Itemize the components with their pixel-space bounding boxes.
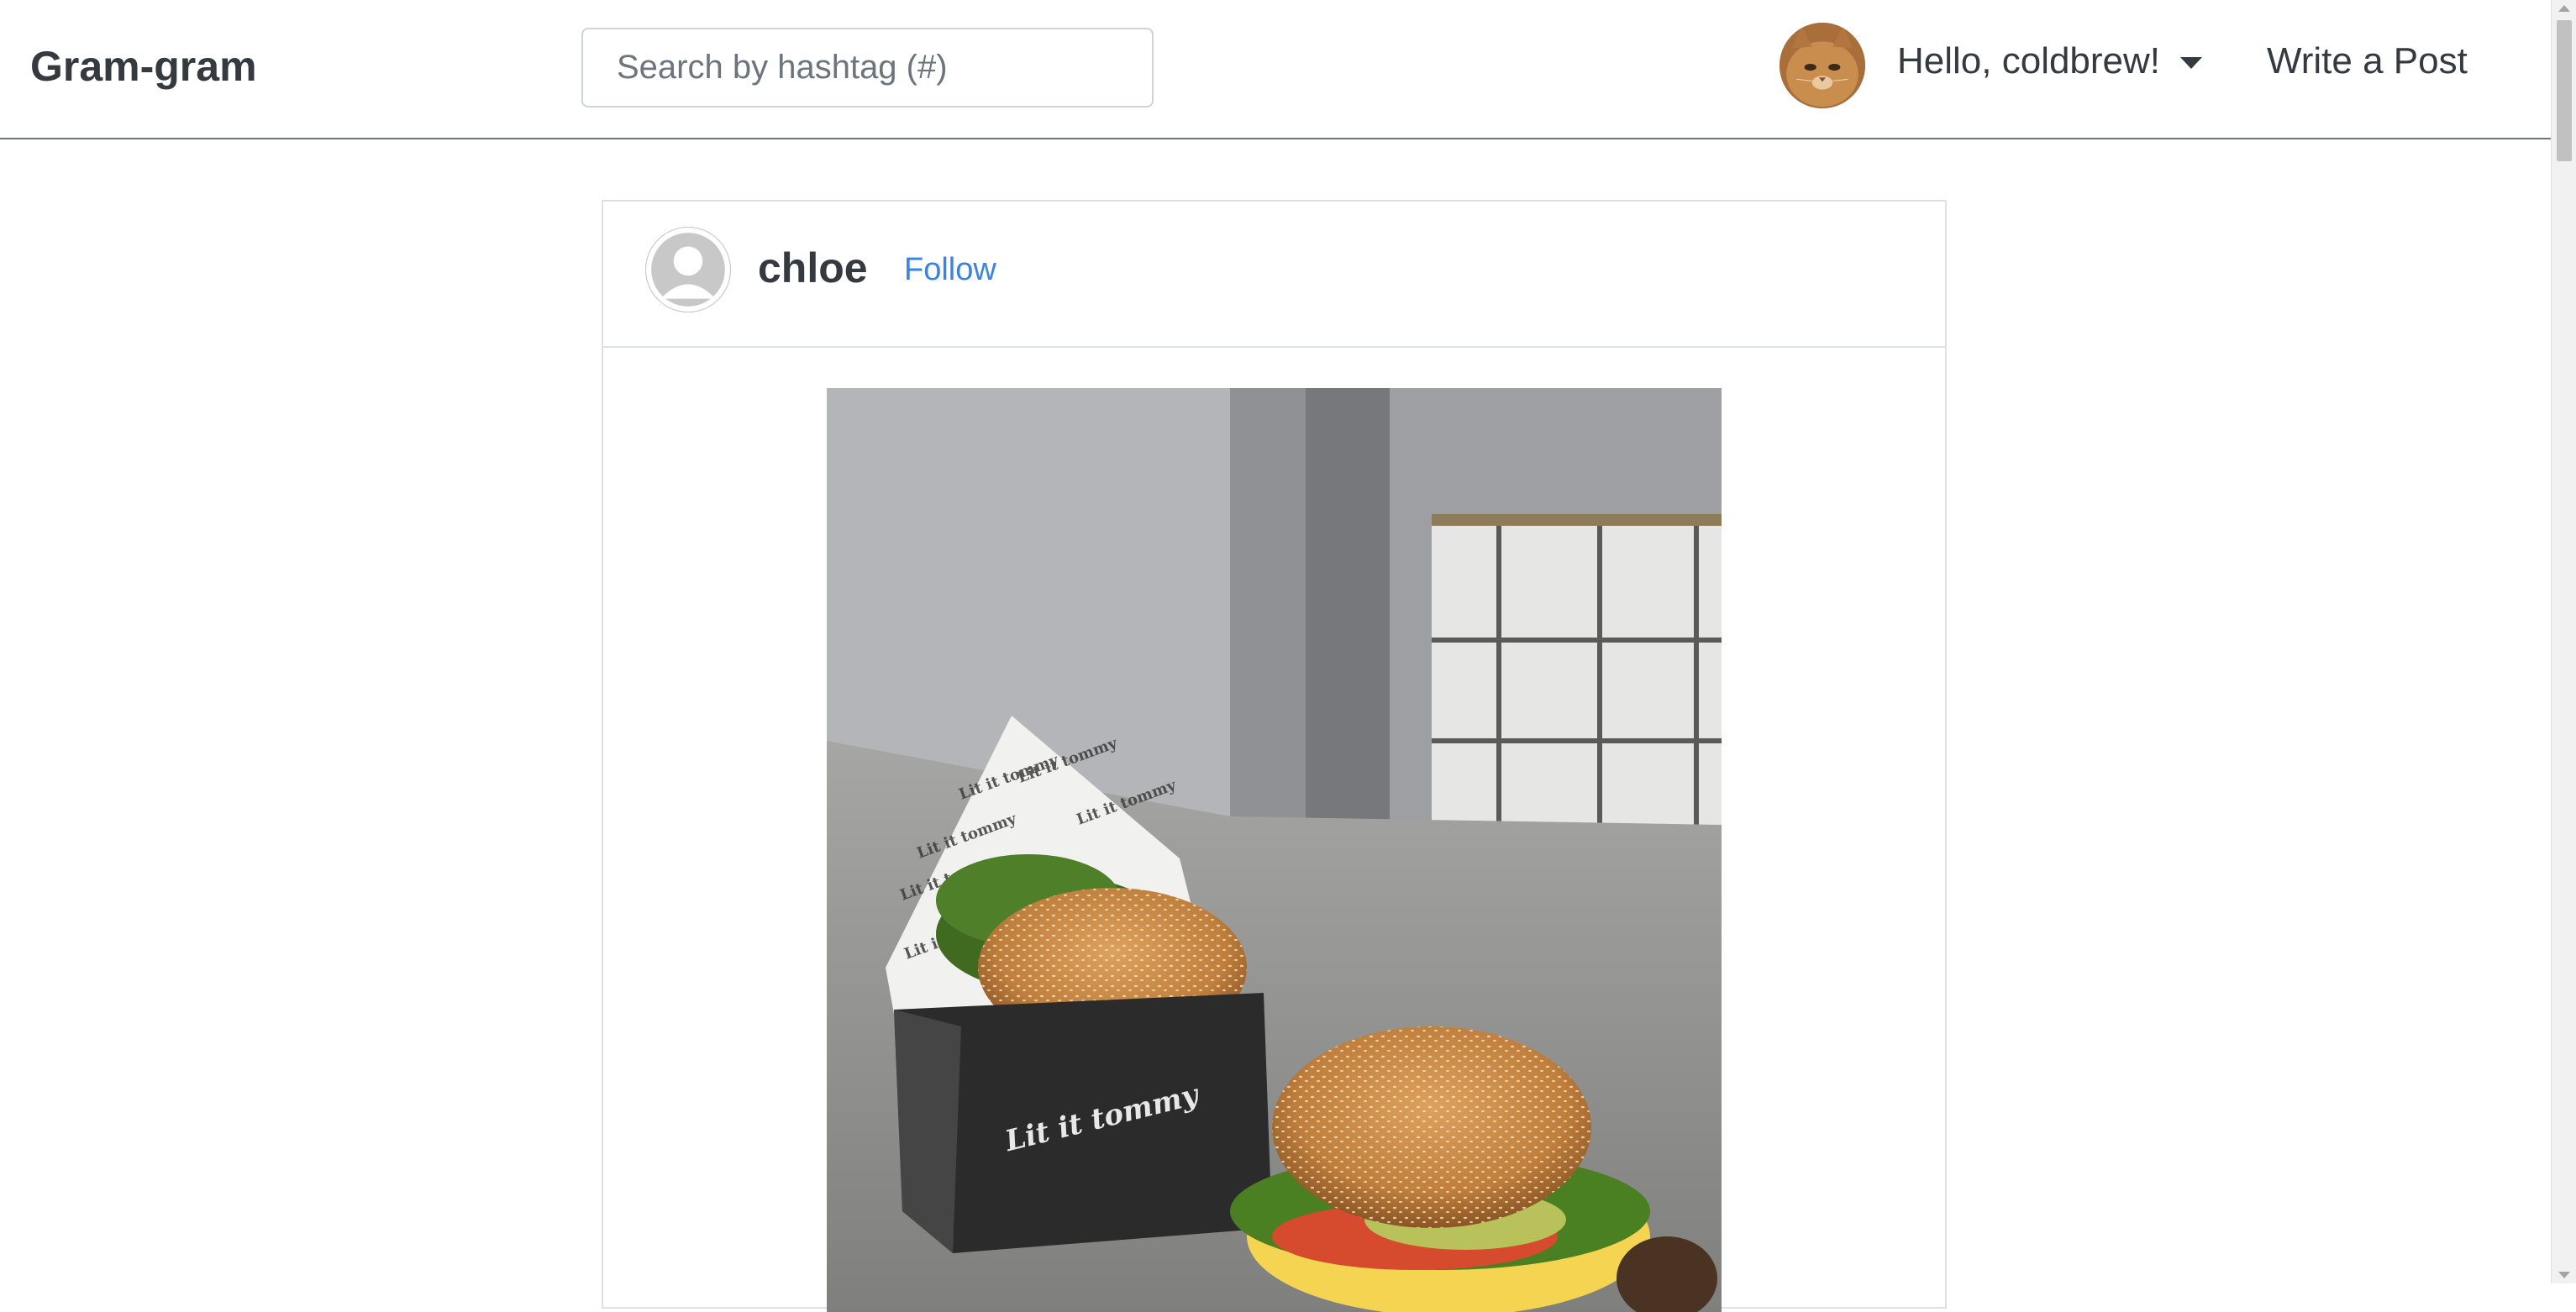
- scrollbar-thumb[interactable]: [2557, 20, 2572, 161]
- burger-photo-image: Lit it tommy Lit it tommy Lit it tommy L…: [827, 388, 1722, 1312]
- scroll-down-arrow-icon[interactable]: [2558, 1272, 2570, 1278]
- post-header: chloe Follow: [603, 202, 1945, 348]
- post-card: chloe Follow Lit it tommy Lit it Lit it …: [602, 200, 1947, 1312]
- page-scrollbar[interactable]: [2551, 0, 2576, 1283]
- post-photo[interactable]: Lit it tommy Lit it tommy Lit it tommy L…: [827, 388, 1722, 1312]
- default-avatar-image: [645, 227, 731, 312]
- cat-avatar-icon[interactable]: [1780, 23, 1865, 108]
- default-user-icon[interactable]: [645, 227, 731, 312]
- caret-down-icon: [2180, 57, 2203, 69]
- scroll-up-arrow-icon[interactable]: [2558, 5, 2570, 12]
- user-dropdown-toggle[interactable]: Hello, coldbrew!: [1897, 40, 2203, 82]
- top-navbar: Gram-gram Hello, coldbrew! Write a Post: [0, 0, 2551, 139]
- cat-avatar-image: [1780, 23, 1865, 108]
- write-post-link[interactable]: Write a Post: [2267, 40, 2468, 82]
- brand-logo[interactable]: Gram-gram: [30, 42, 257, 91]
- follow-button[interactable]: Follow: [904, 252, 996, 288]
- post-author-name[interactable]: chloe: [758, 244, 868, 292]
- hashtag-search-input[interactable]: [581, 28, 1154, 108]
- user-greeting: Hello, coldbrew!: [1897, 40, 2161, 81]
